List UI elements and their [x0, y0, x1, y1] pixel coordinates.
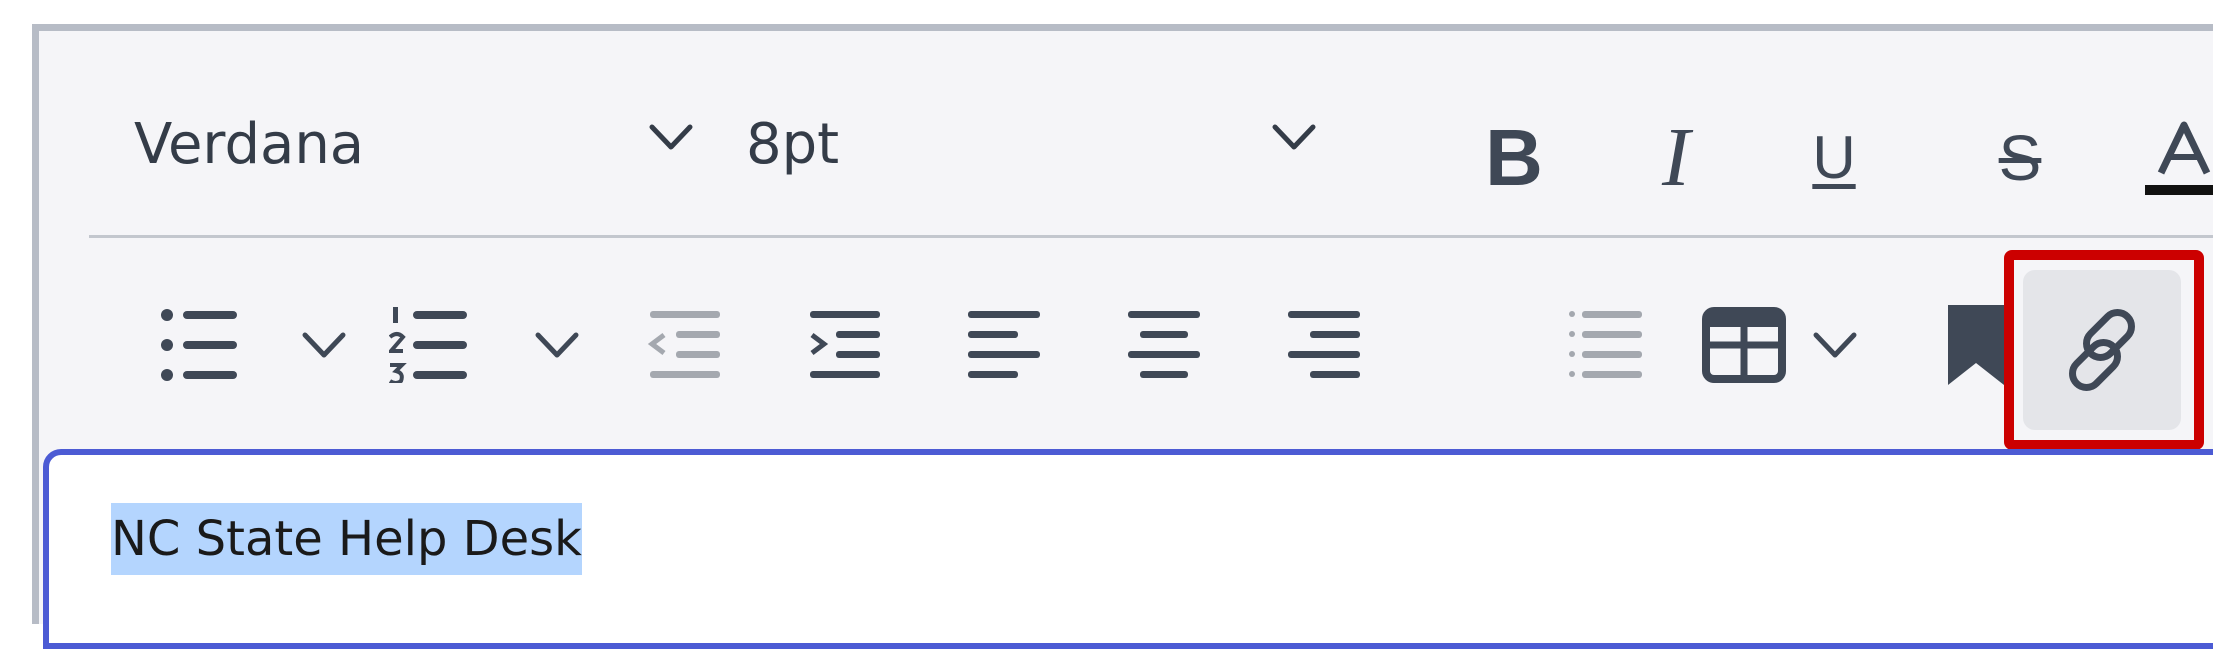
- text-color-button[interactable]: [2129, 103, 2213, 213]
- indent-icon: [810, 311, 880, 378]
- underline-icon: U: [1812, 124, 1856, 191]
- align-right-icon: [1288, 311, 1360, 378]
- numbered-list-button[interactable]: [364, 290, 494, 400]
- align-center-button[interactable]: [1109, 290, 1219, 400]
- text-color-icon: [2145, 121, 2213, 195]
- outdent-icon: [647, 311, 720, 378]
- font-family-select[interactable]: Verdana: [134, 101, 709, 191]
- font-family-value: Verdana: [134, 112, 365, 177]
- underline-button[interactable]: U: [1779, 103, 1889, 213]
- outdent-button[interactable]: [629, 290, 739, 400]
- selected-text[interactable]: NC State Help Desk: [111, 503, 582, 575]
- bookmark-icon: [1948, 305, 2004, 385]
- numbered-list-icon: [389, 307, 467, 383]
- line-spacing-icon: [1569, 311, 1642, 378]
- align-left-icon: [968, 311, 1040, 378]
- align-center-icon: [1128, 311, 1200, 378]
- align-right-button[interactable]: [1269, 290, 1379, 400]
- toolbar-row-1: Verdana 8pt B I U S: [39, 31, 2213, 236]
- editor-content-area[interactable]: NC State Help Desk: [43, 449, 2213, 649]
- align-left-button[interactable]: [949, 290, 1059, 400]
- link-button[interactable]: [2023, 270, 2181, 430]
- bookmark-button[interactable]: [1921, 290, 2031, 400]
- table-button[interactable]: [1694, 290, 1794, 400]
- bullet-list-button[interactable]: [134, 290, 264, 400]
- chevron-down-icon: [649, 124, 693, 150]
- indent-button[interactable]: [789, 290, 899, 400]
- strikethrough-button[interactable]: S: [1965, 103, 2075, 213]
- chevron-down-icon: [1272, 124, 1316, 150]
- bullet-list-options-button[interactable]: [294, 290, 354, 400]
- bullet-list-icon: [161, 309, 237, 381]
- line-spacing-button[interactable]: [1551, 290, 1661, 400]
- chevron-down-icon: [302, 332, 346, 358]
- rich-text-editor: Verdana 8pt B I U S NC State Help Desk: [32, 24, 2213, 649]
- numbered-list-options-button[interactable]: [527, 290, 587, 400]
- toolbar-row-2: [39, 238, 2213, 456]
- link-icon: [2069, 309, 2135, 391]
- font-size-value: 8pt: [746, 112, 840, 177]
- chevron-down-icon: [535, 332, 579, 358]
- content-paragraph[interactable]: NC State Help Desk: [111, 503, 582, 575]
- bold-icon: B: [1485, 113, 1543, 202]
- table-options-button[interactable]: [1805, 290, 1865, 400]
- italic-button[interactable]: I: [1621, 103, 1731, 213]
- bold-button[interactable]: B: [1459, 103, 1569, 213]
- strikethrough-icon: S: [1998, 122, 2042, 194]
- chevron-down-icon: [1813, 332, 1857, 358]
- italic-icon: I: [1662, 111, 1690, 204]
- table-icon: [1702, 307, 1786, 383]
- font-size-select[interactable]: 8pt: [746, 101, 1342, 191]
